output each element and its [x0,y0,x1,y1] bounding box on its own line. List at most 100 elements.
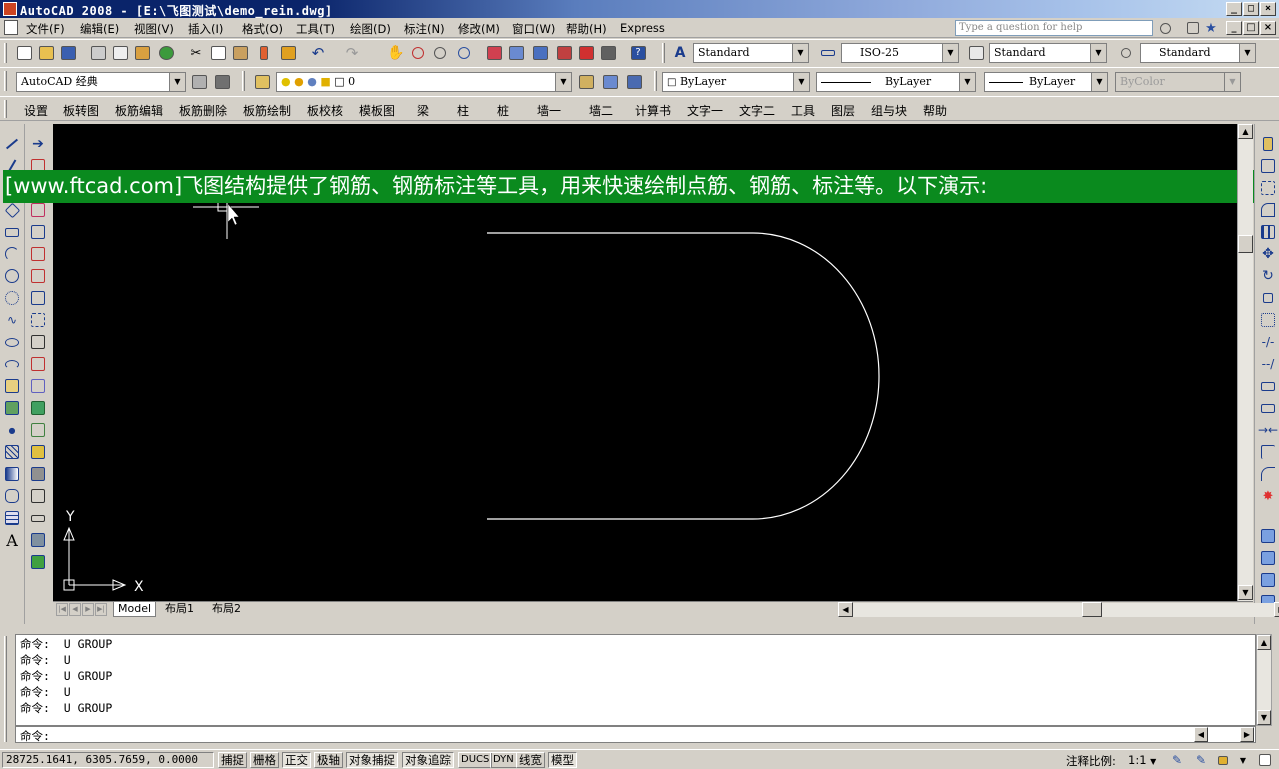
scroll-right-icon[interactable]: ▶ [1240,727,1254,742]
scroll-up-icon[interactable]: ▲ [1257,635,1271,650]
plugin-text-2[interactable]: 文字二 [739,102,775,119]
cut-icon[interactable]: ✂ [186,43,206,63]
plugin-slab-to-drawing[interactable]: 板转图 [63,102,99,119]
chevron-down-icon[interactable]: ▼ [942,44,958,62]
menu-edit[interactable]: 编辑(E) [80,21,119,37]
otrack-toggle[interactable]: 对象追踪 [402,752,454,768]
plugin-text-1[interactable]: 文字一 [687,102,723,119]
copy-icon[interactable] [208,43,228,63]
scroll-up-icon[interactable]: ▲ [1238,124,1253,139]
layer-properties-icon[interactable] [252,72,272,92]
plugin-slab-rebar-draw[interactable]: 板筋绘制 [243,102,291,119]
erase-icon[interactable] [1258,134,1278,154]
rebar-tool-11-icon[interactable] [28,376,48,396]
plugin-settings[interactable]: 设置 [24,102,48,119]
rebar-tool-18-icon[interactable] [28,552,48,572]
menu-view[interactable]: 视图(V) [134,21,174,37]
scale-icon[interactable] [1258,288,1278,308]
chevron-down-icon[interactable]: ▼ [1091,73,1107,91]
new-file-icon[interactable] [14,43,34,63]
design-center-icon[interactable] [506,43,526,63]
plugin-group-block[interactable]: 组与块 [871,102,907,119]
multiline-text-icon[interactable]: A [2,530,22,550]
rebar-tool-15-icon[interactable] [28,486,48,506]
break-at-point-icon[interactable] [1258,376,1278,396]
zoom-window-icon[interactable] [430,43,450,63]
tab-prev-icon[interactable]: ◀ [69,603,81,616]
rebar-tool-10-icon[interactable] [28,354,48,374]
chevron-down-icon[interactable]: ▼ [792,44,808,62]
draw-order-back-icon[interactable] [1258,548,1278,568]
join-icon[interactable]: →← [1258,420,1278,440]
snap-toggle[interactable]: 捕捉 [218,752,247,768]
publish-icon[interactable] [132,43,152,63]
menu-dimension[interactable]: 标注(N) [404,21,445,37]
command-history[interactable]: 命令: U GROUP 命令: U 命令: U GROUP 命令: U 命令: … [15,634,1256,726]
rotate-icon[interactable]: ↻ [1258,266,1278,286]
open-folder-icon[interactable] [36,43,56,63]
plugin-slab-rebar-delete[interactable]: 板筋删除 [179,102,227,119]
scroll-left-icon[interactable]: ◀ [838,602,853,617]
calculator-icon[interactable] [598,43,618,63]
spline-icon[interactable]: ∿ [2,310,22,330]
doc-restore-button[interactable]: □ [1243,21,1259,35]
plugin-calc-report[interactable]: 计算书 [635,102,671,119]
rebar-tool-16-icon[interactable] [28,508,48,528]
plugin-pile[interactable]: 桩 [497,102,509,119]
workspace-select[interactable]: AutoCAD 经典 ▼ [16,72,186,92]
mirror-icon[interactable] [1258,178,1278,198]
ortho-toggle[interactable]: 正交 [282,752,311,768]
draw-order-above-icon[interactable] [1258,570,1278,590]
rebar-tool-9-icon[interactable] [28,332,48,352]
minimize-button[interactable]: _ [1226,2,1242,16]
toolbar-grip[interactable] [4,71,7,91]
menu-express[interactable]: Express [620,21,665,35]
circle-icon[interactable] [2,266,22,286]
zoom-previous-icon[interactable] [454,43,474,63]
rebar-tool-8-icon[interactable] [28,310,48,330]
scroll-down-icon[interactable]: ▼ [1238,585,1253,600]
plugin-layers[interactable]: 图层 [831,102,855,119]
move-icon[interactable]: ✥ [1258,244,1278,264]
rebar-tool-12-icon[interactable] [28,420,48,440]
toolbar-grip[interactable] [654,71,657,91]
match-properties-icon[interactable] [254,43,274,63]
redo-icon[interactable]: ↷ [342,43,362,63]
hatch-icon[interactable] [2,442,22,462]
lineweight-select[interactable]: ByLayer ▼ [984,72,1108,92]
print-preview-icon[interactable] [110,43,130,63]
layer-previous-icon[interactable] [600,72,620,92]
tab-next-icon[interactable]: ▶ [82,603,94,616]
toolbar-grip[interactable] [242,71,245,91]
copy-object-icon[interactable] [1258,156,1278,176]
tool-palettes-icon[interactable] [530,43,550,63]
stretch-icon[interactable] [1258,310,1278,330]
u-shape-rebar[interactable] [487,232,880,520]
annotation-scale-select[interactable]: 1:1 ▼ [1128,753,1156,767]
trim-icon[interactable]: -/- [1258,332,1278,352]
auto-scale-icon[interactable]: ✎ [1192,750,1210,769]
chevron-down-icon[interactable]: ▼ [1090,44,1106,62]
osnap-toggle[interactable]: 对象捕捉 [346,752,398,768]
dyn-toggle[interactable]: DYN [490,752,517,768]
rebar-tool-17-icon[interactable] [28,530,48,550]
plugin-wall-2[interactable]: 墙二 [589,102,613,119]
restore-button[interactable]: □ [1243,2,1259,16]
command-history-scrollbar[interactable]: ▲ ▼ [1256,634,1272,726]
model-space-toggle[interactable]: 模型 [548,752,577,768]
rectangle-icon[interactable] [2,222,22,242]
mleader-style-icon[interactable] [1116,43,1136,63]
chevron-down-icon[interactable]: ▼ [793,73,809,91]
toolbar-grip[interactable] [4,43,7,63]
3d-dwf-icon[interactable] [156,43,176,63]
clean-screen-icon[interactable] [1256,750,1274,769]
text-style-select[interactable]: Standard ▼ [693,43,809,63]
plugin-slab-check[interactable]: 板校核 [307,102,343,119]
status-menu-icon[interactable]: ▼ [1236,750,1250,769]
chevron-down-icon[interactable]: ▼ [1239,44,1255,62]
insert-block-icon[interactable] [2,376,22,396]
plugin-formwork[interactable]: 模板图 [359,102,395,119]
tab-last-icon[interactable]: ▶| [95,603,107,616]
chamfer-icon[interactable] [1258,442,1278,462]
rebar-tool-7-icon[interactable] [28,288,48,308]
